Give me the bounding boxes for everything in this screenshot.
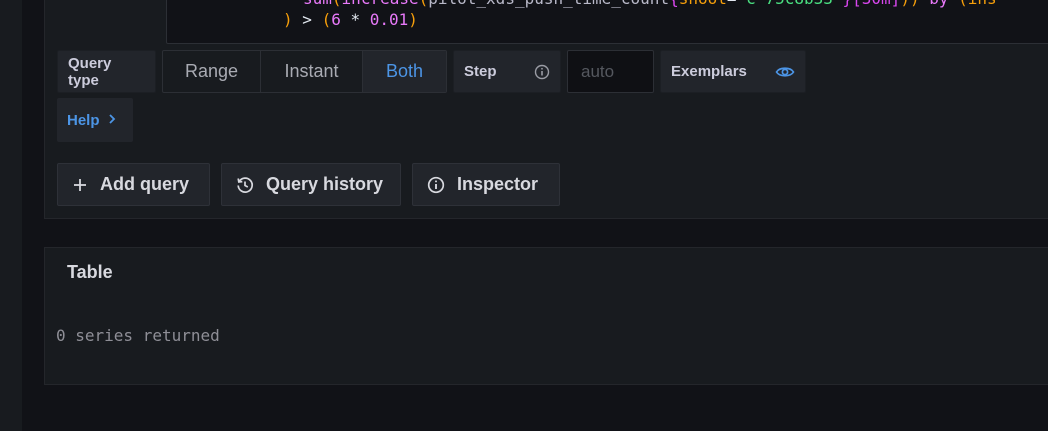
table-panel: Table 0 series returned: [44, 247, 1048, 385]
query-history-label: Query history: [266, 174, 384, 194]
step-label-box: Step: [453, 50, 561, 93]
query-type-range[interactable]: Range: [163, 51, 261, 92]
exemplars-toggle[interactable]: Exemplars: [660, 50, 806, 93]
query-actions-row: Add query Query history Inspector: [57, 163, 560, 206]
plus-icon: [72, 177, 88, 193]
query-type-both[interactable]: Both: [363, 51, 446, 92]
add-query-label: Add query: [100, 174, 190, 194]
query-type-radio-group: Range Instant Both: [162, 50, 447, 93]
promql-editor[interactable]: sum(increase(pilot_xds_push_time_count{s…: [166, 0, 1048, 44]
editor-line-2: ) > (6 * 0.01): [283, 10, 418, 29]
query-type-label: Query type: [57, 50, 156, 93]
inspector-label: Inspector: [457, 174, 539, 194]
query-editor-panel: sum(increase(pilot_xds_push_time_count{s…: [44, 0, 1048, 219]
step-label: Step: [464, 63, 497, 80]
left-rail: [0, 0, 22, 431]
history-icon: [236, 176, 254, 194]
empty-result-message: 0 series returned: [56, 326, 220, 345]
inspector-button[interactable]: Inspector: [412, 163, 560, 206]
step-input[interactable]: auto: [567, 50, 654, 93]
add-query-button[interactable]: Add query: [57, 163, 210, 206]
query-options-row: Query type Range Instant Both Step auto …: [57, 50, 806, 93]
table-title: Table: [67, 262, 113, 282]
chevron-right-icon: [108, 112, 116, 128]
exemplars-label: Exemplars: [671, 63, 747, 80]
left-gap: [22, 0, 44, 431]
info-icon[interactable]: [534, 64, 550, 80]
help-label: Help: [67, 111, 100, 129]
info-icon: [427, 176, 445, 194]
editor-line-1: sum(increase(pilot_xds_push_time_count{s…: [303, 0, 997, 8]
query-type-instant[interactable]: Instant: [261, 51, 363, 92]
help-button[interactable]: Help: [57, 98, 133, 142]
eye-icon[interactable]: [775, 64, 795, 80]
query-history-button[interactable]: Query history: [221, 163, 401, 206]
